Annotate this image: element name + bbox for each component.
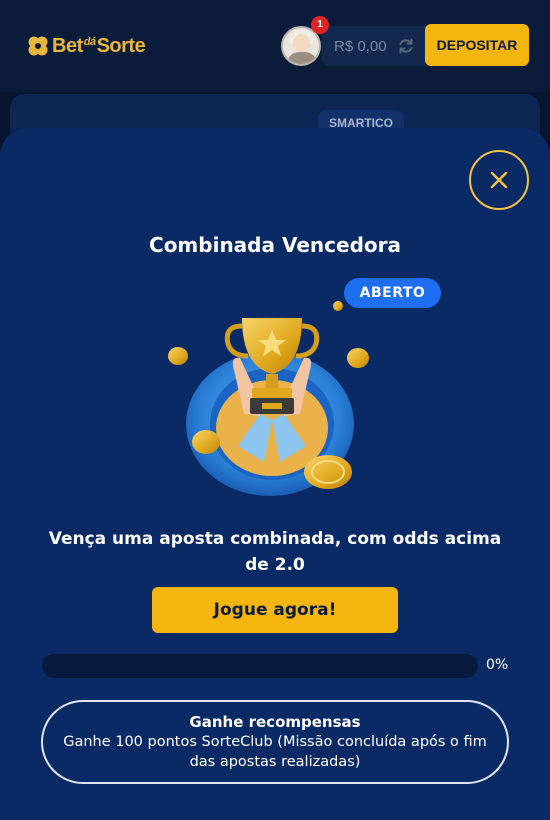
logo-text: BetdáSorte — [52, 34, 146, 57]
top-header: BetdáSorte R$ 0,00 1 DEPOSITAR — [0, 0, 550, 92]
rewards-box: Ganhe recompensas Ganhe 100 pontos Sorte… — [41, 700, 509, 784]
rewards-title: Ganhe recompensas — [189, 713, 361, 731]
progress-label: 0% — [486, 657, 509, 673]
balance-value: R$ 0,00 — [334, 37, 387, 55]
mission-description: Vença uma aposta combinada, com odds aci… — [48, 529, 502, 575]
close-button[interactable] — [469, 150, 529, 210]
close-icon — [490, 171, 508, 189]
trophy-icon — [168, 301, 369, 496]
clover-icon — [28, 36, 48, 56]
deposit-button[interactable]: DEPOSITAR — [425, 24, 529, 66]
play-now-button[interactable]: Jogue agora! — [152, 587, 398, 633]
notification-badge[interactable]: 1 — [311, 16, 329, 34]
logo[interactable]: BetdáSorte — [26, 32, 146, 60]
progress-bar — [42, 654, 478, 678]
mission-title: Combinada Vencedora — [149, 233, 401, 257]
refresh-icon[interactable] — [397, 37, 415, 55]
rewards-text: Ganhe 100 pontos SorteClub (Missão concl… — [63, 734, 487, 770]
